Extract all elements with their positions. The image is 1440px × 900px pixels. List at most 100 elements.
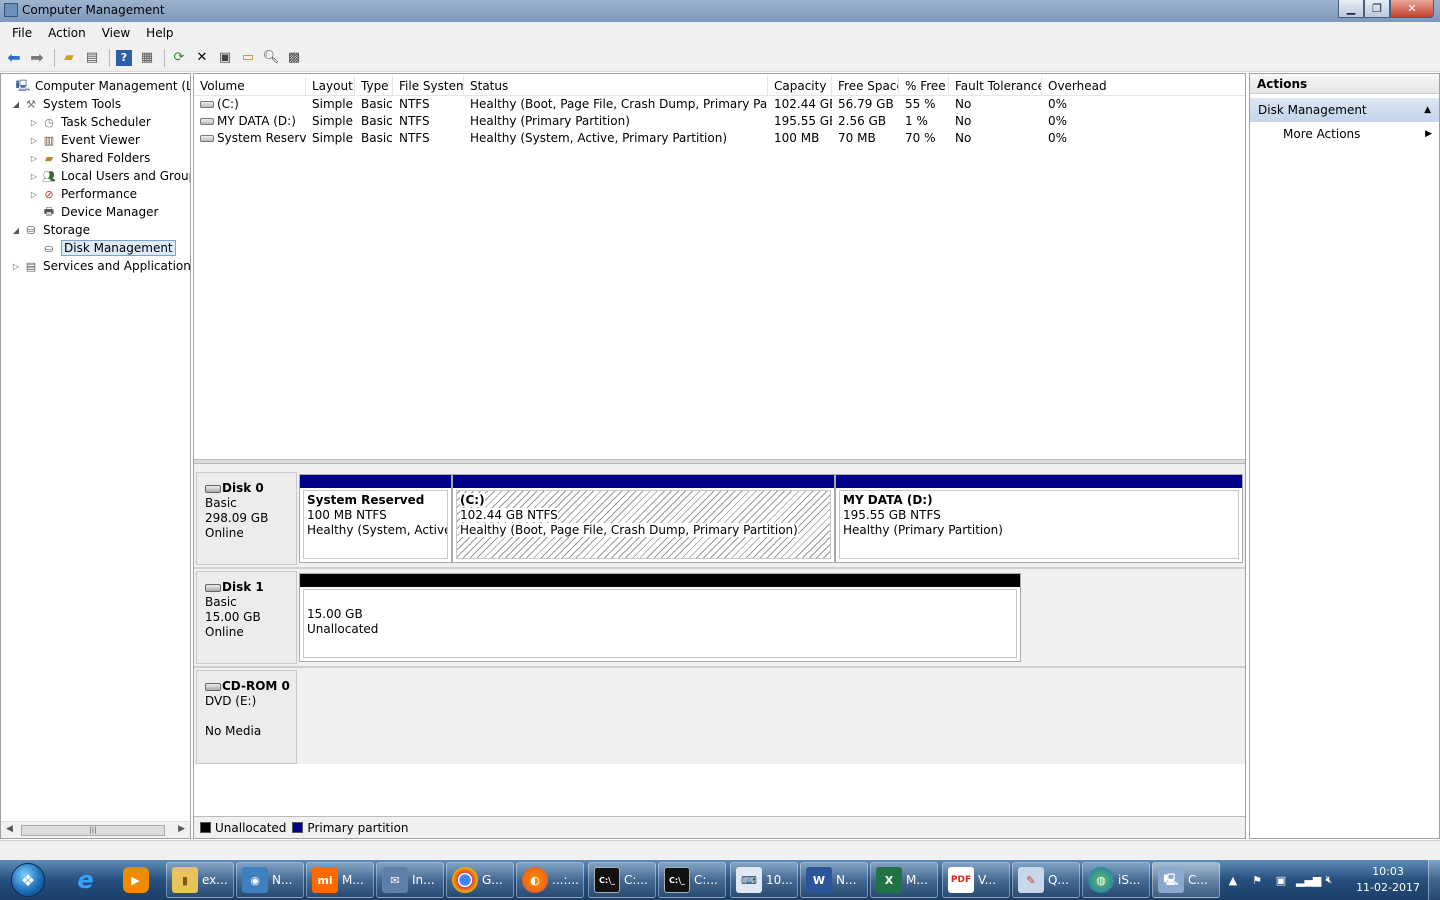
scroll-right-arrow-icon[interactable]: ▶	[178, 824, 185, 834]
taskbar-chrome[interactable]: G...	[446, 862, 514, 898]
maximize-button[interactable]: ❐	[1364, 0, 1390, 18]
performance-icon: ⊘	[44, 187, 54, 201]
tree-node-shared-folders[interactable]: ▷ ▰ Shared Folders	[29, 149, 150, 167]
actions-section-disk-management[interactable]: Disk Management ▲	[1250, 98, 1439, 122]
export-list-icon[interactable]: ▩	[284, 48, 304, 68]
table-row[interactable]: MY DATA (D:) Simple Basic NTFS Healthy (…	[194, 113, 1245, 130]
menu-file[interactable]: File	[4, 26, 40, 40]
action-center-icon[interactable]: ⚑	[1248, 874, 1266, 887]
tree-node-computer-management[interactable]: 🖳 Computer Management (Local	[3, 77, 190, 95]
properties-icon[interactable]: ▣	[215, 48, 235, 68]
partition-my-data-d[interactable]: MY DATA (D:) 195.55 GB NTFS Healthy (Pri…	[835, 474, 1243, 563]
col-status[interactable]: Status	[464, 76, 768, 96]
signal-icon[interactable]: ▂▄▆	[1296, 874, 1321, 887]
col-overhead[interactable]: Overhead	[1042, 76, 1122, 96]
col-type[interactable]: Type	[355, 76, 393, 96]
up-folder-icon[interactable]: ▰	[59, 48, 79, 68]
help-icon[interactable]: ?	[114, 48, 134, 68]
minimize-button[interactable]: ▁	[1338, 0, 1364, 18]
drive-icon	[200, 118, 214, 125]
taskbar-explorer[interactable]: ▮ ex...	[166, 862, 234, 898]
menu-help[interactable]: Help	[138, 26, 181, 40]
clock-icon: ◷	[44, 115, 54, 129]
services-icon: ▤	[25, 259, 37, 273]
col-volume[interactable]: Volume	[194, 76, 306, 96]
tree-node-device-manager[interactable]: 🖶︎ Device Manager	[29, 203, 159, 221]
tree-horizontal-scrollbar[interactable]: ◀ ||| ▶	[1, 821, 190, 838]
partition-system-reserved[interactable]: System Reserved 100 MB NTFS Healthy (Sys…	[299, 474, 452, 563]
submenu-arrow-icon: ▶	[1425, 129, 1432, 139]
menu-action[interactable]: Action	[40, 26, 94, 40]
show-hidden-icons-icon[interactable]: ▲	[1224, 874, 1242, 887]
taskbar-network[interactable]: ◉ N...	[236, 862, 304, 898]
cmd-icon: C:\_	[594, 867, 620, 893]
col-capacity[interactable]: Capacity	[768, 76, 832, 96]
disk-1-label[interactable]: Disk 1 Basic 15.00 GB Online	[196, 571, 297, 664]
refresh-icon[interactable]: ⟳	[169, 48, 189, 68]
open-icon[interactable]: ▭	[238, 48, 258, 68]
event-viewer-icon: ▥	[43, 133, 55, 147]
col-file-system[interactable]: File System	[393, 76, 464, 96]
taskbar-word[interactable]: W N...	[800, 862, 868, 898]
tree-node-services-applications[interactable]: ▷ ▤ Services and Applications	[11, 257, 190, 275]
window-title: Computer Management	[22, 3, 165, 17]
tree-node-disk-management[interactable]: ⛀ Disk Management	[29, 239, 176, 257]
taskbar-pdf[interactable]: PDF V...	[942, 862, 1010, 898]
cdrom-0-label[interactable]: CD-ROM 0 DVD (E:) No Media	[196, 670, 297, 764]
clock[interactable]: 10:03 11-02-2017	[1356, 864, 1420, 896]
back-arrow-icon[interactable]: ⬅	[4, 48, 24, 68]
scroll-left-arrow-icon[interactable]: ◀	[6, 824, 13, 834]
menu-view[interactable]: View	[94, 26, 138, 40]
toolbar: ⬅ ➡ ▰ ▤ ? ▦ ⟳ ✕ ▣ ▭ 🔍︎ ▩	[0, 44, 1440, 72]
tree-node-system-tools[interactable]: ◢ ⚒ System Tools	[11, 95, 121, 113]
col-free-space[interactable]: Free Space	[832, 76, 899, 96]
taskbar-computer-management[interactable]: 🖳 C...	[1152, 862, 1220, 898]
tree-node-event-viewer[interactable]: ▷ ▥ Event Viewer	[29, 131, 140, 149]
title-bar[interactable]: Computer Management ▁ ❐ ✕	[0, 0, 1440, 22]
collapse-up-icon[interactable]: ▲	[1424, 98, 1431, 122]
taskbar-mi[interactable]: mi M...	[306, 862, 374, 898]
partition-c-drive[interactable]: (C:) 102.44 GB NTFS Healthy (Boot, Page …	[452, 474, 835, 563]
start-button[interactable]: ❖	[2, 861, 54, 899]
close-button[interactable]: ✕	[1390, 0, 1434, 18]
tree-node-local-users-groups[interactable]: ▷ 👥︎ Local Users and Groups	[29, 167, 190, 185]
taskbar-cmd-1[interactable]: C:\_ C:...	[588, 862, 656, 898]
volume-muted-icon[interactable]: 🔇︎	[1320, 873, 1338, 887]
taskbar-paint[interactable]: ✎ Q...	[1012, 862, 1080, 898]
taskbar: ❖ e ▶ ▮ ex... ◉ N... mi M... ✉ In... G... ◐.…	[0, 860, 1440, 900]
forward-arrow-icon[interactable]: ➡	[27, 48, 47, 68]
tree-node-task-scheduler[interactable]: ▷ ◷ Task Scheduler	[29, 113, 151, 131]
properties-pane-icon[interactable]: ▦	[137, 48, 157, 68]
globe-icon: ◍	[1088, 867, 1114, 893]
more-actions-item[interactable]: More Actions ▶	[1250, 122, 1439, 146]
taskbar-mail[interactable]: ✉ In...	[376, 862, 444, 898]
show-desktop-button[interactable]	[1428, 860, 1440, 900]
taskbar-firefox[interactable]: ◐...:...	[516, 862, 584, 898]
delete-icon[interactable]: ✕	[192, 48, 212, 68]
taskbar-excel[interactable]: X M...	[870, 862, 938, 898]
disk-0-label[interactable]: Disk 0 Basic 298.09 GB Online	[196, 472, 297, 565]
disk-icon	[205, 484, 221, 493]
cmd-icon: C:\_	[664, 867, 690, 893]
storage-icon: ⛁	[26, 223, 36, 237]
col-percent-free[interactable]: % Free	[899, 76, 949, 96]
show-hide-tree-icon[interactable]: ▤	[82, 48, 102, 68]
taskbar-globe[interactable]: ◍ iS...	[1082, 862, 1150, 898]
computer-management-icon: 🖳	[1158, 867, 1184, 893]
partition-unallocated[interactable]: 15.00 GB Unallocated	[299, 573, 1021, 662]
word-icon: W	[806, 867, 832, 893]
table-row[interactable]: (C:) Simple Basic NTFS Healthy (Boot, Pa…	[194, 96, 1245, 113]
scrollbar-thumb[interactable]: |||	[21, 825, 165, 836]
tree-node-performance[interactable]: ▷ ⊘ Performance	[29, 185, 137, 203]
search-icon[interactable]: 🔍︎	[261, 48, 281, 68]
taskbar-keyboard[interactable]: ⌨ 10...	[730, 862, 798, 898]
folder-icon: ▮	[172, 867, 198, 893]
taskbar-media-player[interactable]: ▶	[110, 862, 160, 898]
table-row[interactable]: System Reserved Simple Basic NTFS Health…	[194, 130, 1245, 147]
taskbar-cmd-2[interactable]: C:\_ C:...	[658, 862, 726, 898]
display-icon[interactable]: ▣	[1272, 874, 1290, 887]
col-fault-tolerance[interactable]: Fault Tolerance	[949, 76, 1042, 96]
col-layout[interactable]: Layout	[306, 76, 355, 96]
tree-node-storage[interactable]: ◢ ⛁ Storage	[11, 221, 90, 239]
taskbar-ie[interactable]: e	[60, 862, 110, 898]
